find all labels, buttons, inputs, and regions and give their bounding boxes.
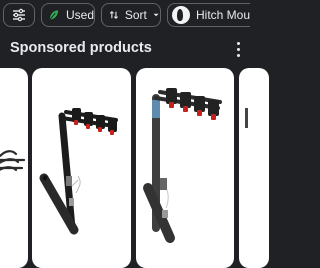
section-title: Sponsored products: [10, 40, 152, 56]
product-card[interactable]: [136, 68, 234, 268]
used-filter-chip[interactable]: Used: [41, 3, 95, 27]
more-vertical-icon[interactable]: [232, 40, 244, 58]
chevron-down-icon: [153, 13, 159, 17]
used-filter-label: Used: [65, 8, 94, 22]
product-image: [143, 88, 222, 243]
product-image: [39, 108, 118, 235]
product-card[interactable]: [239, 68, 269, 268]
sort-arrows-icon: [109, 10, 118, 20]
product-card[interactable]: [0, 68, 28, 268]
filter-chip-bar: Used Sort Hitch Mount: [0, 0, 250, 32]
sort-chip[interactable]: Sort: [101, 3, 161, 27]
sort-label: Sort: [124, 8, 147, 22]
hitch-mount-label: Hitch Mount: [196, 8, 250, 22]
filter-button[interactable]: [3, 3, 35, 27]
tune-icon: [13, 8, 25, 22]
product-image: [245, 108, 248, 128]
leaf-icon: [49, 10, 59, 20]
product-card[interactable]: [32, 68, 131, 268]
hitch-mount-thumbnail: [172, 6, 190, 24]
hitch-mount-chip[interactable]: Hitch Mount: [167, 3, 250, 27]
product-image: [0, 150, 26, 172]
